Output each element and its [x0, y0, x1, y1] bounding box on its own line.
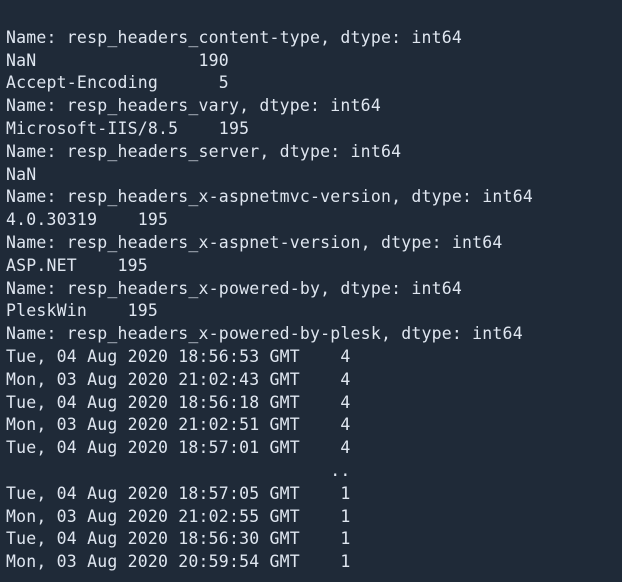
output-line: Name: resp_headers_x-aspnetmvc-version, …: [6, 187, 533, 206]
output-line: Name: resp_headers_server, dtype: int64: [6, 142, 401, 161]
output-line: Name: resp_headers_x-powered-by-plesk, d…: [6, 324, 523, 343]
output-line: Tue, 04 Aug 2020 18:57:01 GMT 4: [6, 438, 351, 457]
output-line: 4.0.30319 195: [6, 210, 168, 229]
output-line: Mon, 03 Aug 2020 21:02:51 GMT 4: [6, 415, 351, 434]
output-line: ..: [6, 461, 351, 480]
output-line: NaN 190: [6, 51, 229, 70]
terminal-output: Name: resp_headers_content-type, dtype: …: [0, 0, 622, 582]
output-line: Tue, 04 Aug 2020 18:57:05 GMT 1: [6, 484, 351, 503]
output-line: Name: resp_headers_content-type, dtype: …: [6, 28, 462, 47]
output-line: NaN: [6, 165, 36, 184]
output-line: PleskWin 195: [6, 301, 158, 320]
output-line: Mon, 03 Aug 2020 21:02:55 GMT 1: [6, 507, 351, 526]
output-line: Mon, 03 Aug 2020 20:59:54 GMT 1: [6, 552, 351, 571]
output-line: Name: resp_headers_x-powered-by, dtype: …: [6, 279, 462, 298]
output-line: Name: resp_headers_x-aspnet-version, dty…: [6, 233, 503, 252]
output-line: ASP.NET 195: [6, 256, 148, 275]
output-line: Tue, 04 Aug 2020 18:56:18 GMT 4: [6, 393, 351, 412]
output-line: Accept-Encoding 5: [6, 73, 229, 92]
output-line: Mon, 03 Aug 2020 21:02:43 GMT 4: [6, 370, 351, 389]
output-line: Tue, 04 Aug 2020 18:56:53 GMT 4: [6, 347, 351, 366]
output-line: Name: resp_headers_vary, dtype: int64: [6, 96, 381, 115]
output-line: Microsoft-IIS/8.5 195: [6, 119, 249, 138]
output-line: Tue, 04 Aug 2020 18:56:30 GMT 1: [6, 529, 351, 548]
